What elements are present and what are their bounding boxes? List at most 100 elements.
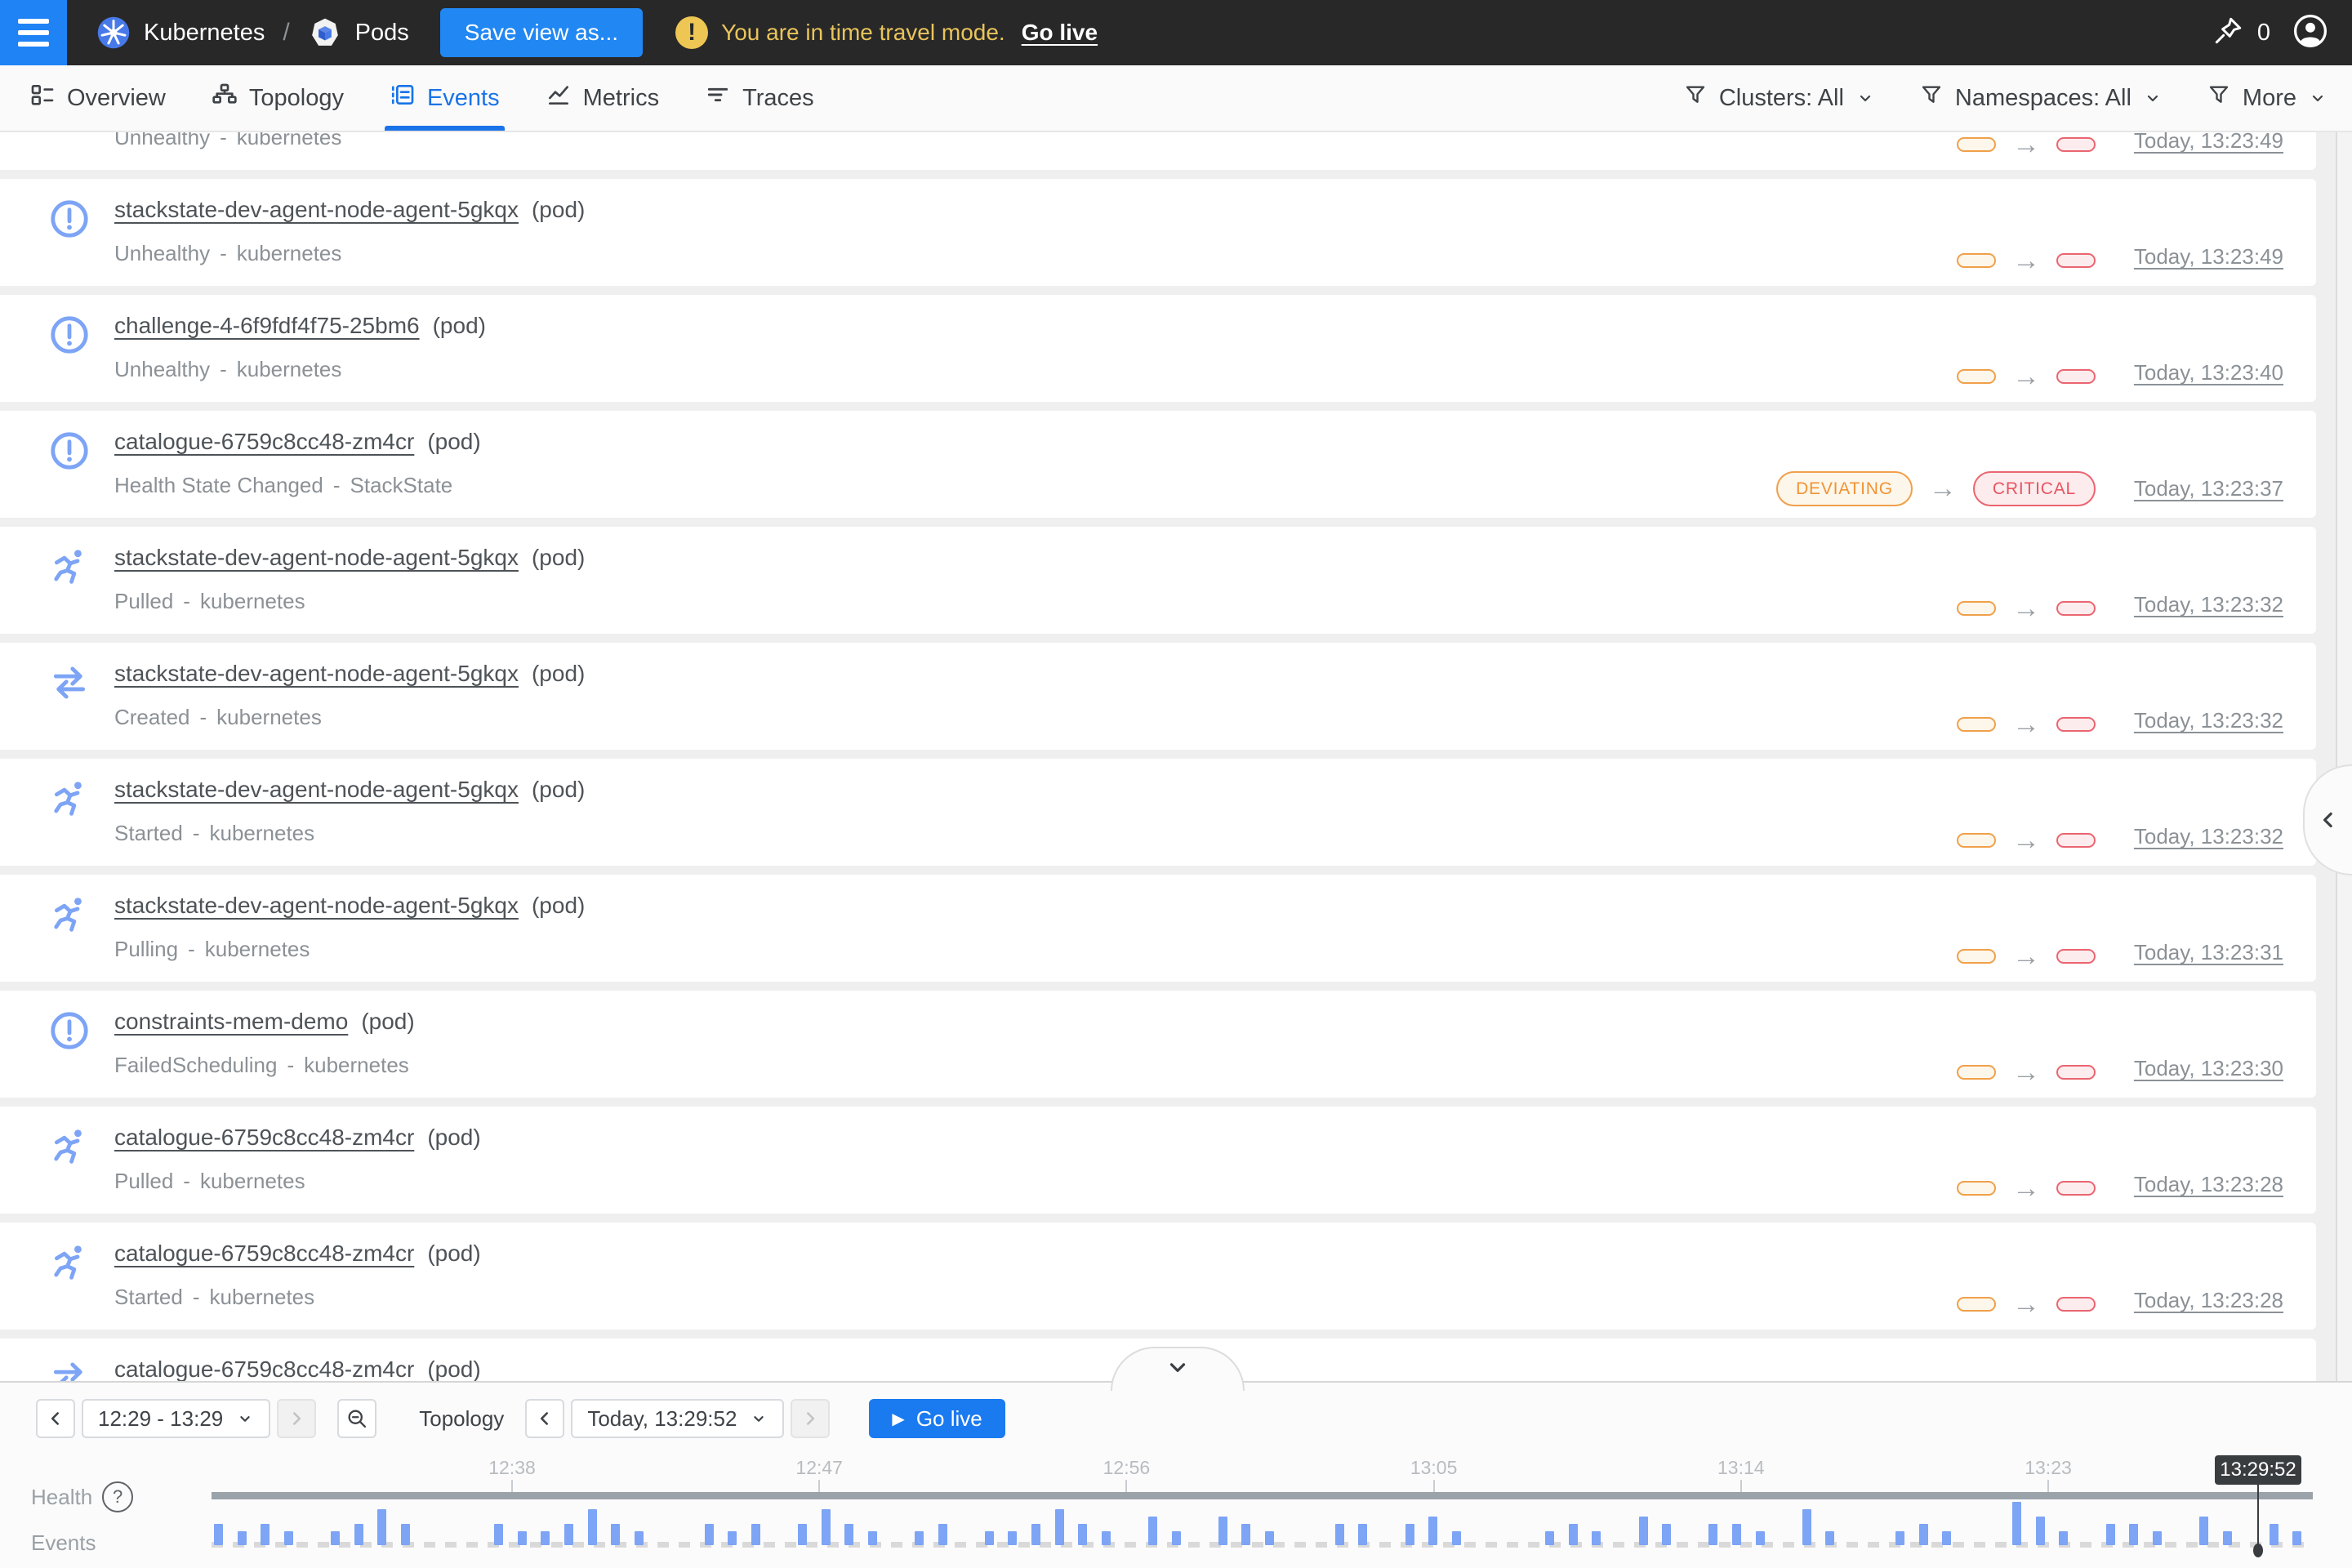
event-count-bar[interactable] <box>635 1531 644 1545</box>
event-row[interactable]: catalogue-6759c8cc48-zm4cr(pod) Started-… <box>0 1223 2316 1330</box>
event-timestamp[interactable]: Today, 13:23:28 <box>2134 1172 2283 1197</box>
save-view-as-button[interactable]: Save view as... <box>440 8 643 57</box>
event-count-bar[interactable] <box>1241 1524 1250 1545</box>
event-count-bar[interactable] <box>541 1531 550 1545</box>
event-entity-link[interactable]: stackstate-dev-agent-node-agent-5gkqx <box>114 777 519 802</box>
next-time-button[interactable] <box>791 1399 830 1438</box>
event-count-bar[interactable] <box>705 1524 714 1545</box>
event-count-bar[interactable] <box>1265 1531 1274 1545</box>
event-entity-link[interactable]: catalogue-6759c8cc48-zm4cr <box>114 1356 414 1382</box>
time-cursor-handle[interactable] <box>2253 1544 2263 1557</box>
event-count-bar[interactable] <box>1895 1531 1904 1545</box>
event-count-bar[interactable] <box>518 1531 527 1545</box>
event-entity-link[interactable]: constraints-mem-demo <box>114 1009 348 1034</box>
event-count-bar[interactable] <box>401 1524 410 1545</box>
go-live-link[interactable]: Go live <box>1022 20 1098 46</box>
previous-range-button[interactable] <box>36 1399 75 1438</box>
tab-metrics[interactable]: Metrics <box>546 65 659 131</box>
event-count-bar[interactable] <box>1405 1524 1414 1545</box>
event-timestamp[interactable]: Today, 13:23:32 <box>2134 592 2283 617</box>
event-count-bar[interactable] <box>214 1524 223 1545</box>
event-row[interactable]: catalogue-6759c8cc48-zm4cr(pod) Pulled-k… <box>0 1107 2316 1214</box>
event-count-bar[interactable] <box>915 1531 924 1545</box>
event-count-bar[interactable] <box>2012 1502 2021 1545</box>
event-count-bar[interactable] <box>1545 1531 1554 1545</box>
event-count-bar[interactable] <box>1031 1524 1040 1545</box>
zoom-out-timeline-button[interactable] <box>337 1399 376 1438</box>
event-count-bar[interactable] <box>611 1524 620 1545</box>
event-count-bar[interactable] <box>1335 1524 1344 1545</box>
time-cursor-line[interactable] <box>2257 1485 2259 1550</box>
event-count-bar[interactable] <box>2129 1524 2138 1545</box>
event-timestamp[interactable]: Today, 13:23:32 <box>2134 708 2283 733</box>
event-timestamp[interactable]: Today, 13:23:28 <box>2134 1288 2283 1313</box>
event-entity-link[interactable]: stackstate-dev-agent-node-agent-5gkqx <box>114 661 519 686</box>
event-entity-link[interactable]: stackstate-dev-agent-node-agent-5gkqx <box>114 197 519 222</box>
event-entity-link[interactable]: challenge-4-6f9fdf4f75-25bm6 <box>114 313 420 338</box>
event-timestamp[interactable]: Today, 13:23:32 <box>2134 824 2283 849</box>
event-count-bar[interactable] <box>2223 1531 2232 1545</box>
tab-overview[interactable]: Overview <box>29 65 166 131</box>
event-count-bar[interactable] <box>331 1531 340 1545</box>
event-entity-link[interactable]: catalogue-6759c8cc48-zm4cr <box>114 429 414 454</box>
event-timestamp[interactable]: Today, 13:23:49 <box>2134 132 2283 154</box>
event-entity-link[interactable]: catalogue-6759c8cc48-zm4cr <box>114 1241 414 1266</box>
help-icon[interactable]: ? <box>102 1481 133 1512</box>
event-count-bar[interactable] <box>1172 1531 1181 1545</box>
event-count-bar[interactable] <box>798 1524 807 1545</box>
go-live-button[interactable]: ▶ Go live <box>869 1399 1004 1438</box>
event-entity-link[interactable]: stackstate-dev-agent-node-agent-5gkqx <box>114 893 519 918</box>
event-row[interactable]: stackstate-dev-agent-node-agent-5gkqx(po… <box>0 875 2316 982</box>
event-count-bar[interactable] <box>1639 1517 1648 1545</box>
event-count-bar[interactable] <box>377 1509 386 1545</box>
user-avatar-icon[interactable] <box>2292 12 2329 54</box>
event-count-bar[interactable] <box>2036 1517 2045 1545</box>
health-timeline-bar[interactable] <box>212 1492 2313 1499</box>
filter-clusters[interactable]: Clusters: All <box>1683 82 1875 114</box>
event-count-bar[interactable] <box>1008 1531 1017 1545</box>
event-count-bar[interactable] <box>1055 1509 1064 1545</box>
event-row[interactable]: stackstate-dev-agent-node-agent-5gkqx(po… <box>0 759 2316 866</box>
event-count-bar[interactable] <box>588 1509 597 1545</box>
event-count-bar[interactable] <box>1428 1517 1437 1545</box>
event-count-bar[interactable] <box>1732 1524 1741 1545</box>
event-timestamp[interactable]: Today, 13:23:37 <box>2134 476 2283 501</box>
hamburger-menu-icon[interactable] <box>0 0 67 65</box>
event-row[interactable]: stackstate-dev-agent-node-agent-5gkqx(po… <box>0 643 2316 750</box>
event-count-bar[interactable] <box>822 1509 831 1545</box>
event-count-bar[interactable] <box>1078 1524 1087 1545</box>
event-timestamp[interactable]: Today, 13:23:31 <box>2134 940 2283 965</box>
pinned-items-button[interactable]: 0 <box>2212 15 2270 51</box>
event-count-bar[interactable] <box>2153 1531 2162 1545</box>
event-count-bar[interactable] <box>284 1531 293 1545</box>
breadcrumb-view[interactable]: Pods <box>355 20 409 47</box>
event-count-bar[interactable] <box>1218 1517 1227 1545</box>
event-entity-link[interactable]: stackstate-dev-agent-node-agent-5gkqx <box>114 545 519 570</box>
event-count-bar[interactable] <box>1756 1531 1765 1545</box>
event-count-bar[interactable] <box>985 1531 994 1545</box>
expand-event-list-button[interactable] <box>1111 1347 1245 1391</box>
tab-traces[interactable]: Traces <box>705 65 814 131</box>
event-timestamp[interactable]: Today, 13:23:40 <box>2134 360 2283 385</box>
event-count-bar[interactable] <box>1919 1524 1928 1545</box>
event-count-bar[interactable] <box>1802 1509 1811 1545</box>
filter-namespaces[interactable]: Namespaces: All <box>1919 82 2163 114</box>
event-count-bar[interactable] <box>564 1524 573 1545</box>
event-count-bar[interactable] <box>868 1531 877 1545</box>
event-timestamp[interactable]: Today, 13:23:30 <box>2134 1056 2283 1081</box>
tab-events[interactable]: Events <box>390 65 500 131</box>
event-count-bar[interactable] <box>2292 1531 2301 1545</box>
event-row[interactable]: constraints-mem-demo(pod) FailedScheduli… <box>0 991 2316 1098</box>
event-row[interactable]: stackstate-dev-agent-node-agent-5gkqx(po… <box>0 179 2316 286</box>
tab-topology[interactable]: Topology <box>212 65 344 131</box>
event-count-bar[interactable] <box>1569 1524 1578 1545</box>
event-count-bar[interactable] <box>1102 1531 1111 1545</box>
next-range-button[interactable] <box>277 1399 316 1438</box>
event-row[interactable]: challenge-4-6f9fdf4f75-25bm6(pod) Unheal… <box>0 295 2316 402</box>
event-count-bar[interactable] <box>2270 1524 2278 1545</box>
event-count-bar[interactable] <box>1452 1531 1461 1545</box>
event-count-bar[interactable] <box>728 1531 737 1545</box>
event-count-bar[interactable] <box>1358 1524 1367 1545</box>
event-timestamp[interactable]: Today, 13:23:49 <box>2134 244 2283 270</box>
event-entity-link[interactable]: catalogue-6759c8cc48-zm4cr <box>114 1125 414 1150</box>
